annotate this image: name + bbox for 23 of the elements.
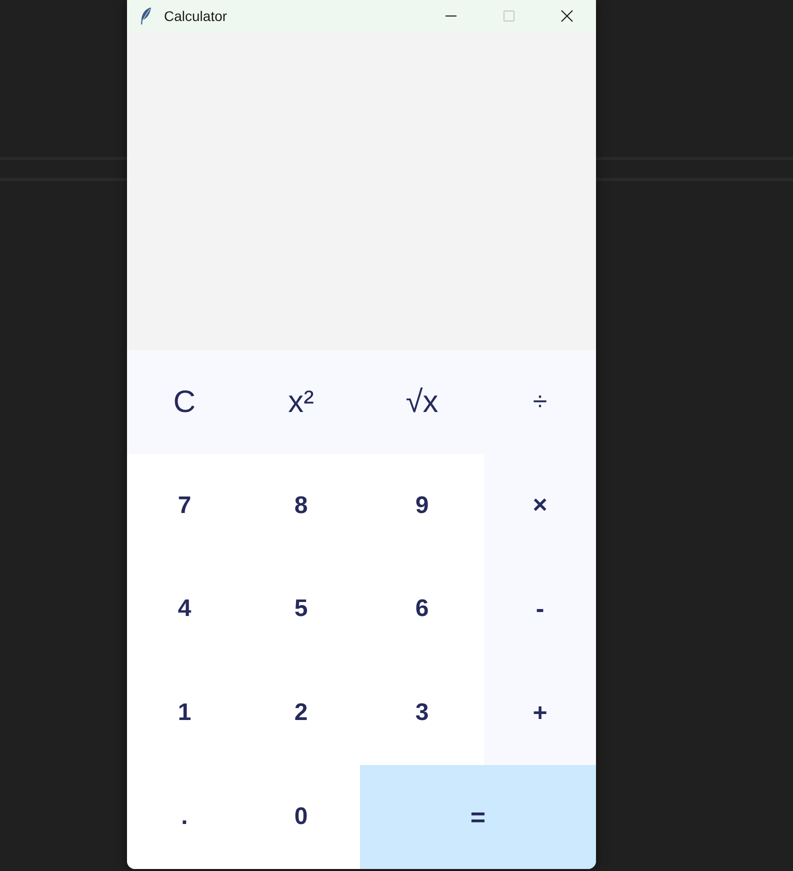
digit-key[interactable]: 1 (127, 661, 242, 766)
digit-key[interactable]: 9 (360, 454, 484, 558)
function-key[interactable]: C (127, 350, 242, 454)
digit-key[interactable]: 8 (242, 454, 360, 558)
digit-key[interactable]: 6 (360, 558, 484, 662)
operator-key[interactable]: + (484, 661, 596, 766)
operator-key[interactable]: - (484, 558, 596, 662)
equals-key[interactable]: = (360, 765, 596, 869)
digit-key[interactable]: 5 (242, 558, 360, 662)
feather-icon (140, 7, 152, 25)
operator-key[interactable]: ÷ (484, 350, 596, 454)
digit-key[interactable]: . (127, 765, 242, 869)
close-icon (561, 10, 573, 22)
operator-key[interactable]: × (484, 454, 596, 558)
digit-key[interactable]: 2 (242, 661, 360, 766)
window-title: Calculator (164, 8, 228, 24)
function-key[interactable]: √x (360, 350, 484, 454)
digit-key[interactable]: 3 (360, 661, 484, 766)
function-key[interactable]: x² (242, 350, 360, 454)
maximize-icon (503, 10, 515, 22)
digit-key[interactable]: 7 (127, 454, 242, 558)
digit-key[interactable]: 4 (127, 558, 242, 662)
digit-key[interactable]: 0 (242, 765, 360, 869)
